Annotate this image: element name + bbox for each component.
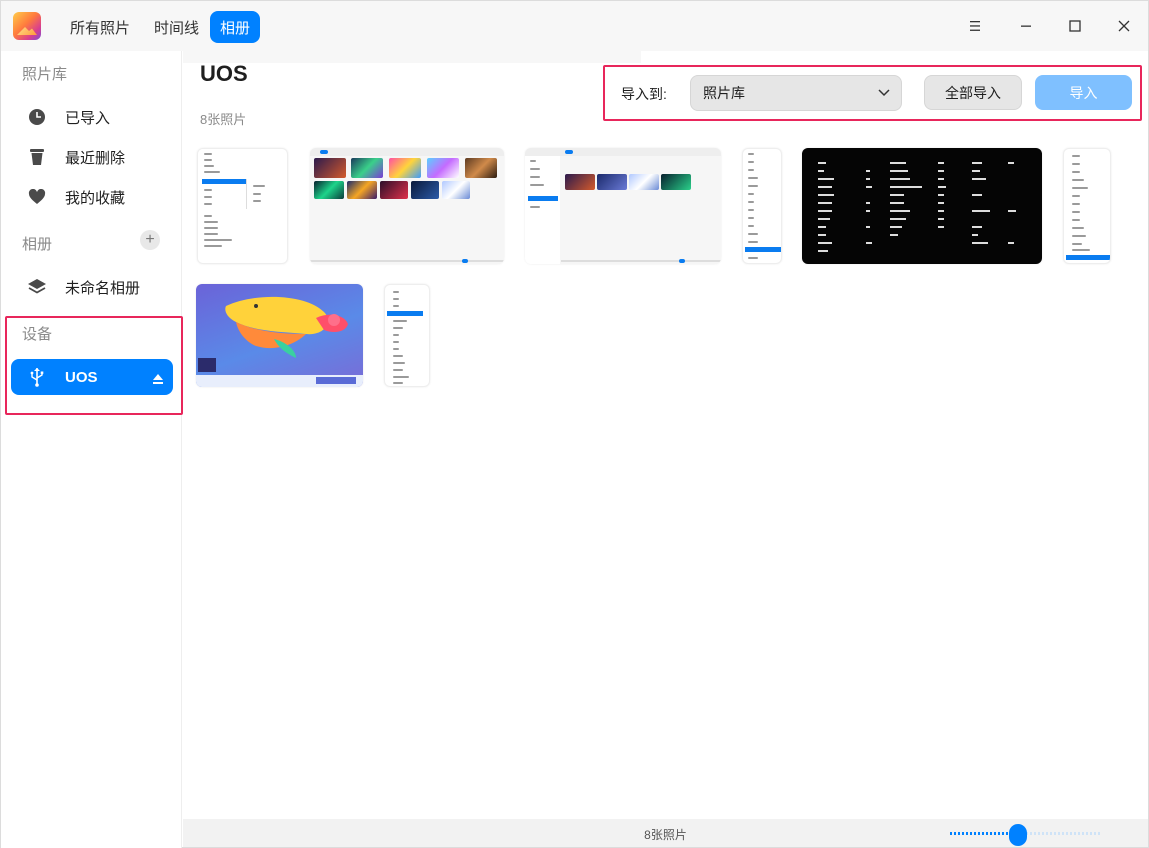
plus-icon[interactable]: + [140,230,160,250]
photo-thumbnail[interactable] [310,148,504,264]
photo-count: 8张照片 [200,112,247,127]
tab-albums[interactable]: 相册 [210,11,261,43]
trash-icon [27,147,47,167]
layers-icon [27,277,47,297]
tab-all-photos[interactable]: 所有照片 [60,11,140,43]
photo-thumbnail[interactable] [742,148,782,264]
tab-timeline[interactable]: 时间线 [144,11,209,43]
device-highlight-box [5,316,183,415]
page-title: UOS [200,61,248,86]
zoom-slider-handle[interactable] [1008,824,1027,846]
sidebar-item-unnamed-album[interactable]: 未命名相册 [11,269,173,305]
hamburger-icon[interactable] [963,14,987,38]
title-bar: 所有照片 时间线 相册 [1,1,1148,51]
app-logo-icon [13,12,41,40]
app-window: 所有照片 时间线 相册 照片库 已导入 最近删除 我的收藏 相册 + 未命名相册… [0,0,1149,848]
heart-icon [27,187,47,207]
photo-thumbnail[interactable] [525,148,721,264]
close-icon[interactable] [1112,14,1136,38]
sidebar-item-recently-deleted[interactable]: 最近删除 [11,139,173,175]
sidebar: 照片库 已导入 最近删除 我的收藏 相册 + 未命名相册 设备 UOS [1,51,182,848]
sidebar-item-label: 未命名相册 [65,279,141,297]
maximize-icon[interactable] [1063,14,1087,38]
photo-thumbnail[interactable] [197,148,288,264]
clock-icon [27,107,47,127]
library-section-title: 照片库 [22,66,68,83]
status-bar: 8张照片 [183,819,1148,847]
albums-section-title: 相册 [22,236,53,253]
zoom-slider[interactable] [950,824,1100,846]
photo-thumbnail[interactable] [384,284,430,387]
sidebar-item-favorites[interactable]: 我的收藏 [11,179,173,215]
zoom-slider-fill [950,832,1018,835]
minimize-icon[interactable] [1014,14,1038,38]
sidebar-item-imported[interactable]: 已导入 [11,99,173,135]
header-strip [183,51,641,63]
sidebar-item-label: 最近删除 [65,149,126,167]
photo-thumbnail[interactable] [196,284,363,387]
photo-thumbnail[interactable] [1063,148,1111,264]
import-highlight-box [603,65,1142,121]
sidebar-item-label: 我的收藏 [65,189,126,207]
photo-thumbnail[interactable] [802,148,1042,264]
sidebar-item-label: 已导入 [65,109,111,127]
